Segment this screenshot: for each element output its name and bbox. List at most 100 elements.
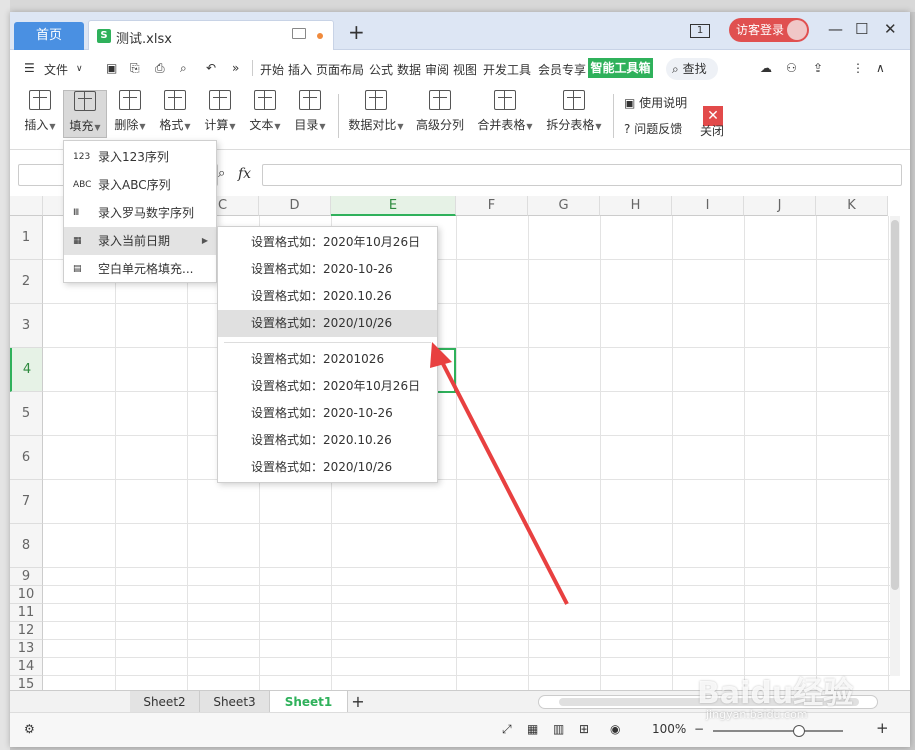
column-header[interactable]: D	[259, 196, 331, 216]
formula-input[interactable]	[262, 164, 902, 186]
column-header[interactable]: G	[528, 196, 600, 216]
ribbon-calc-button[interactable]: 计算▼	[200, 90, 240, 133]
row-header[interactable]: 1	[10, 216, 43, 260]
hamburger-icon[interactable]: ☰	[24, 61, 35, 75]
print-icon[interactable]: ⎙	[155, 61, 165, 76]
menu-item-fill-date[interactable]: ▦ 录入当前日期 ▶	[64, 227, 216, 255]
column-header[interactable]: H	[600, 196, 672, 216]
feedback-link[interactable]: ? 问题反馈	[624, 120, 682, 137]
column-header[interactable]: E	[331, 196, 456, 216]
row-header[interactable]: 7	[10, 480, 43, 524]
help-link[interactable]: ▣ 使用说明	[624, 94, 687, 111]
tab-home[interactable]: 首页	[14, 22, 84, 50]
row-header[interactable]: 10	[10, 586, 43, 604]
date-format-option-hovered[interactable]: 设置格式如：2020/10/26	[218, 310, 437, 337]
close-window-button[interactable]: ✕	[884, 20, 897, 38]
menu-item-layout[interactable]: 页面布局	[316, 61, 364, 78]
column-header[interactable]: I	[672, 196, 744, 216]
ribbon-fill-button[interactable]: 填充▼	[63, 90, 107, 138]
cloud-icon[interactable]: ☁	[760, 61, 772, 75]
column-header[interactable]: J	[744, 196, 816, 216]
date-format-option[interactable]: 设置格式如：2020.10.26	[218, 283, 437, 310]
vertical-scroll-thumb[interactable]	[891, 220, 899, 590]
new-tab-button[interactable]: +	[348, 22, 365, 42]
ribbon-toc-button[interactable]: 目录▼	[290, 90, 330, 133]
menu-file[interactable]: 文件	[44, 61, 68, 78]
user-add-icon[interactable]: ⚇	[786, 61, 797, 75]
zoom-in-button[interactable]: +	[876, 719, 889, 737]
collapse-ribbon-icon[interactable]: ∧	[876, 61, 885, 75]
menu-item-fill-abc[interactable]: ABC 录入ABC序列	[64, 171, 216, 199]
fx-icon[interactable]: fx	[238, 166, 251, 182]
menu-item-smart-toolbox[interactable]: 智能工具箱	[588, 58, 653, 78]
share-icon[interactable]: ⇪	[813, 61, 823, 75]
chevron-down-icon[interactable]: ∨	[76, 64, 83, 74]
ribbon-compare-button[interactable]: 数据对比▼	[345, 90, 407, 133]
menu-item-start[interactable]: 开始	[260, 61, 284, 78]
date-format-option[interactable]: 设置格式如：2020/10/26	[218, 454, 437, 481]
ribbon-delete-button[interactable]: 删除▼	[110, 90, 150, 133]
menu-item-formula[interactable]: 公式	[369, 61, 393, 78]
vertical-scrollbar[interactable]	[890, 216, 900, 676]
zoom-slider-knob[interactable]	[793, 725, 805, 737]
ribbon-insert-button[interactable]: 插入▼	[20, 90, 60, 133]
menu-item-fill-blank[interactable]: ▤ 空白单元格填充...	[64, 255, 216, 283]
eye-protect-icon[interactable]: ◉	[610, 722, 620, 736]
date-format-option[interactable]: 设置格式如：20201026	[218, 346, 437, 373]
row-header[interactable]: 8	[10, 524, 43, 568]
date-format-option[interactable]: 设置格式如：2020年10月26日	[218, 373, 437, 400]
row-header[interactable]: 14	[10, 658, 43, 676]
menu-item-fill-roman[interactable]: Ⅲ 录入罗马数字序列	[64, 199, 216, 227]
menu-item-fill-123[interactable]: 123 录入123序列	[64, 143, 216, 171]
menu-item-member[interactable]: 会员专享	[538, 61, 586, 78]
row-header[interactable]: 4	[10, 348, 43, 392]
column-header[interactable]: F	[456, 196, 528, 216]
date-format-option[interactable]: 设置格式如：2020-10-26	[218, 256, 437, 283]
ribbon-text-button[interactable]: 文本▼	[245, 90, 285, 133]
row-header[interactable]: 13	[10, 640, 43, 658]
row-header[interactable]: 2	[10, 260, 43, 304]
sheet-tab[interactable]: Sheet3	[200, 691, 270, 713]
menu-item-view[interactable]: 视图	[453, 61, 477, 78]
login-button[interactable]: 访客登录	[729, 18, 809, 42]
sheet-tab[interactable]: Sheet2	[130, 691, 200, 713]
normal-view-icon[interactable]: ▦	[527, 722, 538, 736]
ribbon-format-button[interactable]: 格式▼	[155, 90, 195, 133]
zoom-out-button[interactable]: −	[694, 722, 704, 736]
fullscreen-icon[interactable]: ⤢	[502, 722, 512, 737]
zoom-slider[interactable]	[713, 725, 843, 737]
window-count-badge[interactable]: 1	[690, 24, 710, 38]
row-header[interactable]: 9	[10, 568, 43, 586]
tab-file[interactable]: S 测试.xlsx	[88, 20, 334, 50]
search-button[interactable]: ⌕ 查找	[666, 58, 718, 80]
zoom-level[interactable]: 100%	[652, 722, 686, 736]
row-header[interactable]: 5	[10, 392, 43, 436]
monitor-icon[interactable]	[292, 28, 306, 39]
undo-icon[interactable]: ↶	[206, 61, 216, 75]
close-toolbox-label[interactable]: 关闭	[700, 122, 724, 139]
row-header[interactable]: 12	[10, 622, 43, 640]
row-header[interactable]: 3	[10, 304, 43, 348]
more-icon[interactable]: »	[232, 61, 239, 75]
ribbon-split-table-button[interactable]: 拆分表格▼	[543, 90, 605, 133]
date-format-option[interactable]: 设置格式如：2020-10-26	[218, 400, 437, 427]
ribbon-split-column-button[interactable]: 高级分列	[414, 90, 466, 133]
select-all-corner[interactable]	[10, 196, 43, 216]
date-format-option[interactable]: 设置格式如：2020.10.26	[218, 427, 437, 454]
ribbon-merge-table-button[interactable]: 合并表格▼	[475, 90, 535, 133]
more-vertical-icon[interactable]: ⋮	[852, 61, 864, 75]
row-header[interactable]: 11	[10, 604, 43, 622]
preview-icon[interactable]: ⌕	[180, 61, 187, 76]
menu-item-developer[interactable]: 开发工具	[483, 61, 531, 78]
row-header[interactable]: 6	[10, 436, 43, 480]
export-icon[interactable]: ⎘	[130, 61, 140, 76]
menu-item-insert[interactable]: 插入	[288, 61, 312, 78]
menu-item-data[interactable]: 数据	[397, 61, 421, 78]
add-sheet-button[interactable]: +	[348, 691, 368, 713]
save-icon[interactable]: ▣	[106, 61, 117, 75]
sheet-tab-active[interactable]: Sheet1	[270, 691, 348, 713]
minimize-button[interactable]: —	[828, 20, 843, 38]
column-header[interactable]: K	[816, 196, 888, 216]
maximize-button[interactable]: ☐	[855, 20, 868, 38]
menu-item-review[interactable]: 审阅	[425, 61, 449, 78]
